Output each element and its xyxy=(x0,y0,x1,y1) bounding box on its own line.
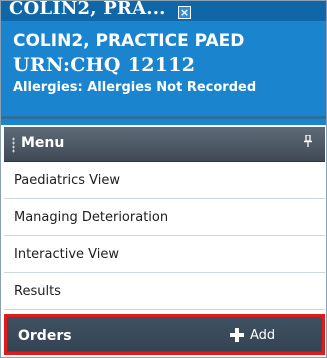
banner-divider xyxy=(1,116,326,119)
menu-list: Paediatrics View Managing Deterioration … xyxy=(4,162,325,310)
pin-icon[interactable] xyxy=(303,134,313,150)
add-order-label: Add xyxy=(250,327,276,343)
patient-tab-title: COLIN2, PRA... xyxy=(9,0,166,19)
menu-header: Menu xyxy=(4,127,325,162)
pin-icon-graphic xyxy=(304,134,312,147)
patient-tab[interactable]: COLIN2, PRA... xyxy=(9,0,166,19)
patient-banner: COLIN2, PRA... × COLIN2, PRACTICE PAED U… xyxy=(1,0,326,125)
menu-item-managing-deterioration[interactable]: Managing Deterioration xyxy=(4,199,325,236)
menu-item-label: Managing Deterioration xyxy=(14,209,169,225)
patient-name: COLIN2, PRACTICE PAED xyxy=(13,31,245,51)
add-order-button[interactable]: Add xyxy=(230,324,275,346)
patient-urn: URN:CHQ 12112 xyxy=(13,54,196,76)
close-icon[interactable]: × xyxy=(178,6,191,19)
menu-item-paediatrics-view[interactable]: Paediatrics View xyxy=(4,162,325,199)
menu-item-label: Results xyxy=(14,283,61,299)
patient-menu-panel: COLIN2, PRA... × COLIN2, PRACTICE PAED U… xyxy=(0,0,327,358)
orders-header: Orders Add xyxy=(8,318,321,351)
tab-strip: COLIN2, PRA... × xyxy=(1,0,326,21)
orders-section[interactable]: Orders Add xyxy=(4,314,325,355)
menu-item-label: Interactive View xyxy=(14,246,120,262)
plus-icon xyxy=(230,328,244,342)
menu-title: Menu xyxy=(21,135,65,151)
menu-item-results[interactable]: Results xyxy=(4,273,325,310)
grip-handle-icon[interactable] xyxy=(12,137,15,153)
orders-label: Orders xyxy=(18,328,72,344)
menu-item-interactive-view[interactable]: Interactive View xyxy=(4,236,325,273)
patient-allergies: Allergies: Allergies Not Recorded xyxy=(13,80,257,95)
menu-item-label: Paediatrics View xyxy=(14,172,121,188)
